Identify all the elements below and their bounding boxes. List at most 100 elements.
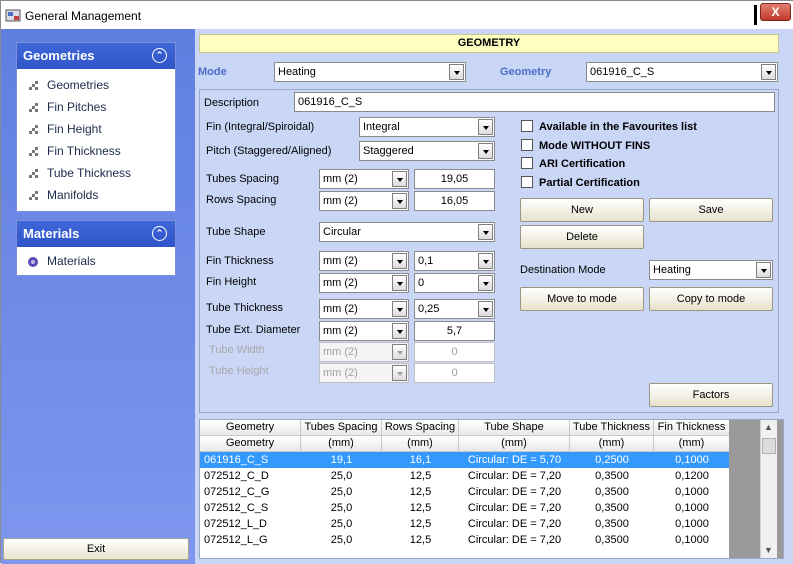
mode-without-fins-checkbox[interactable]: Mode WITHOUT FINS (521, 139, 650, 152)
tube-shape-label: Tube Shape (206, 226, 266, 238)
copy-to-mode-button[interactable]: Copy to mode (649, 287, 773, 311)
sidebar-item-materials[interactable]: Materials (17, 251, 175, 273)
exit-button[interactable]: Exit (3, 538, 189, 560)
checkbox-box[interactable] (521, 176, 533, 188)
tubes-spacing-label: Tubes Spacing (206, 173, 279, 185)
table-cell: 0,3500 (595, 534, 629, 546)
table-row[interactable]: 072512_L_D 25,0 12,5 Circular: DE = 7,20 0,3… (200, 516, 730, 532)
sidebar-item-tube-thickness[interactable]: Tube Thickness (17, 163, 175, 185)
window: General Management X Geometries ⌃ Geomet… (0, 0, 793, 564)
delete-button[interactable]: Delete (520, 225, 644, 249)
chevron-down-icon[interactable] (761, 64, 776, 80)
chevron-down-icon[interactable] (392, 323, 407, 339)
chevron-down-icon[interactable] (478, 301, 493, 317)
geometries-panel: Geometries ⌃ Geometries Fin Pitches Fin … (16, 42, 176, 212)
geometry-select[interactable]: 061916_C_S (586, 62, 778, 82)
table-row[interactable]: 072512_C_G 25,0 12,5 Circular: DE = 7,20 0,3… (200, 484, 730, 500)
geometry-table: Geometry Geometry Tubes Spacing (mm) Row… (199, 419, 784, 559)
grid-icon (29, 81, 39, 91)
column-header[interactable]: Fin Thickness (654, 420, 730, 436)
fin-height-value: 0 (418, 277, 425, 289)
sidebar-item-label: Materials (47, 254, 96, 268)
table-row[interactable]: 072512_L_G 25,0 12,5 Circular: DE = 7,20 0,3… (200, 532, 730, 548)
column-header[interactable]: Tube Thickness (570, 420, 654, 436)
fin-height-unit-select[interactable]: mm (2) (319, 273, 409, 293)
sidebar-item-fin-thickness[interactable]: Fin Thickness (17, 141, 175, 163)
destination-mode-select[interactable]: Heating (649, 260, 773, 280)
checkbox-box[interactable] (521, 157, 533, 169)
table-cell: Circular: DE = 7,20 (467, 518, 562, 530)
grid-icon (29, 147, 39, 157)
fin-thickness-unit-select[interactable]: mm (2) (319, 251, 409, 271)
tube-ext-diameter-field[interactable]: 5,7 (414, 321, 495, 341)
checkbox-label: ARI Certification (539, 158, 626, 170)
geometries-panel-header[interactable]: Geometries ⌃ (17, 43, 175, 69)
chevron-down-icon[interactable] (478, 275, 493, 291)
ari-certification-checkbox[interactable]: ARI Certification (521, 157, 625, 170)
table-cell: 072512_C_D (204, 470, 269, 482)
save-button[interactable]: Save (649, 198, 773, 222)
partial-certification-checkbox[interactable]: Partial Certification (521, 176, 640, 189)
materials-panel-title: Materials (23, 226, 80, 241)
chevron-down-icon[interactable] (392, 171, 407, 187)
tube-thickness-select[interactable]: 0,25 (414, 299, 495, 319)
close-button[interactable]: X (760, 3, 791, 21)
chevron-down-icon[interactable] (478, 253, 493, 269)
scroll-thumb[interactable] (762, 438, 776, 454)
column-header[interactable]: Geometry (200, 420, 301, 436)
sidebar-item-fin-height[interactable]: Fin Height (17, 119, 175, 141)
sidebar-item-geometries[interactable]: Geometries (17, 75, 175, 97)
vertical-scrollbar[interactable]: ▲ ▼ (760, 420, 777, 558)
chevron-down-icon[interactable] (478, 119, 493, 135)
sidebar-item-manifolds[interactable]: Manifolds (17, 185, 175, 207)
description-field[interactable]: 061916_C_S (294, 92, 775, 112)
chevron-down-icon[interactable] (478, 143, 493, 159)
tube-ext-diameter-unit-select[interactable]: mm (2) (319, 321, 409, 341)
column-subheader: (mm) (570, 436, 654, 452)
collapse-icon[interactable]: ⌃ (152, 226, 167, 241)
title-separator (754, 5, 757, 25)
chevron-down-icon[interactable] (756, 262, 771, 278)
factors-button[interactable]: Factors (649, 383, 773, 407)
scroll-down-icon[interactable]: ▼ (764, 545, 773, 555)
table-cell: 19,1 (330, 454, 353, 466)
column-header[interactable]: Tubes Spacing (301, 420, 382, 436)
rows-spacing-field[interactable]: 16,05 (414, 191, 495, 211)
chevron-down-icon[interactable] (392, 301, 407, 317)
chevron-down-icon[interactable] (392, 253, 407, 269)
table-row[interactable]: 061916_C_S 19,1 16,1 Circular: DE = 5,70 0,2… (200, 452, 730, 468)
rows-spacing-unit-select[interactable]: mm (2) (319, 191, 409, 211)
mode-select[interactable]: Heating (274, 62, 466, 82)
fin-height-select[interactable]: 0 (414, 273, 495, 293)
column-subheader: (mm) (382, 436, 459, 452)
tubes-spacing-field[interactable]: 19,05 (414, 169, 495, 189)
table-row[interactable]: 072512_C_S 25,0 12,5 Circular: DE = 7,20 0,3… (200, 500, 730, 516)
chevron-down-icon[interactable] (392, 275, 407, 291)
chevron-down-icon[interactable] (478, 224, 493, 240)
chevron-down-icon[interactable] (392, 193, 407, 209)
scroll-up-icon[interactable]: ▲ (764, 422, 773, 432)
fin-thickness-select[interactable]: 0,1 (414, 251, 495, 271)
tube-shape-select[interactable]: Circular (319, 222, 495, 242)
fin-select[interactable]: Integral (359, 117, 495, 137)
pitch-select[interactable]: Staggered (359, 141, 495, 161)
table-cell: 25,0 (330, 502, 353, 514)
new-button[interactable]: New (520, 198, 644, 222)
tube-width-label: Tube Width (209, 344, 265, 356)
geometry-form: Description 061916_C_S Fin (Integral/Spi… (199, 89, 779, 413)
checkbox-box[interactable] (521, 139, 533, 151)
collapse-icon[interactable]: ⌃ (152, 48, 167, 63)
move-to-mode-button[interactable]: Move to mode (520, 287, 644, 311)
materials-panel-header[interactable]: Materials ⌃ (17, 221, 175, 247)
table-row[interactable]: 072512_C_D 25,0 12,5 Circular: DE = 7,20 0,3… (200, 468, 730, 484)
column-header[interactable]: Tube Shape (459, 420, 570, 436)
rows-spacing-label: Rows Spacing (206, 194, 277, 206)
fin-thickness-label: Fin Thickness (206, 255, 274, 267)
tubes-spacing-unit-select[interactable]: mm (2) (319, 169, 409, 189)
tube-thickness-unit-select[interactable]: mm (2) (319, 299, 409, 319)
column-header[interactable]: Rows Spacing (382, 420, 459, 436)
checkbox-box[interactable] (521, 120, 533, 132)
chevron-down-icon[interactable] (449, 64, 464, 80)
favourites-checkbox[interactable]: Available in the Favourites list (521, 120, 697, 133)
sidebar-item-fin-pitches[interactable]: Fin Pitches (17, 97, 175, 119)
